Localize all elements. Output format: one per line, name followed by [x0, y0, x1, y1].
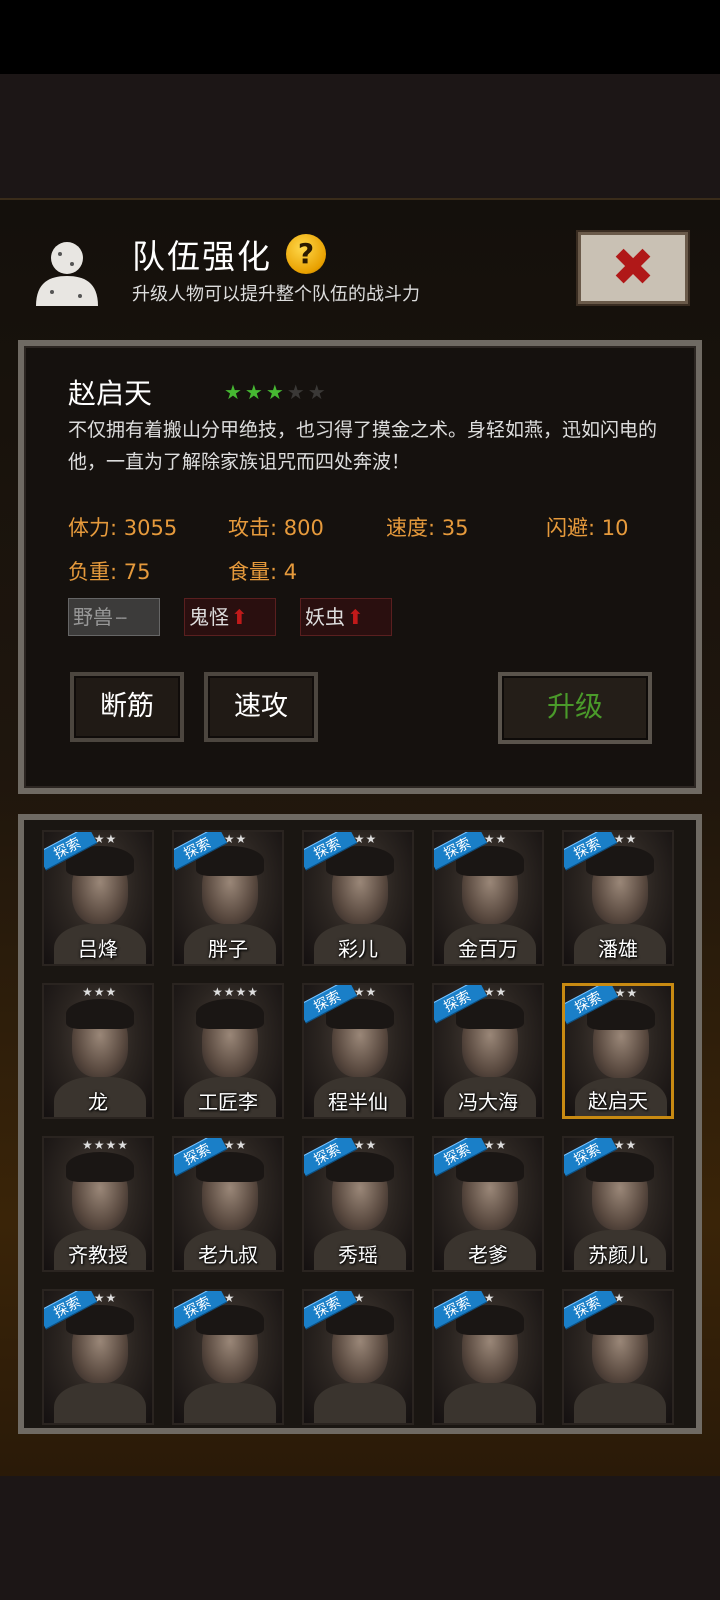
close-icon: ✖ [611, 238, 655, 298]
character-card[interactable]: ★★★ 探索 程半仙 [302, 983, 414, 1119]
card-name: 老爹 [468, 1243, 508, 1267]
portrait-body [184, 1383, 276, 1423]
card-name: 金百万 [458, 937, 518, 961]
card-name: 苏颜儿 [588, 1243, 648, 1267]
card-name: 秀瑶 [338, 1243, 378, 1267]
page-title: 队伍强化 [132, 237, 272, 276]
character-card[interactable]: ★★★ 探索 秀瑶 [302, 1136, 414, 1272]
card-name: 赵启天 [588, 1089, 648, 1113]
character-card[interactable]: ★★★ 探索 苏颜儿 [562, 1136, 674, 1272]
tag-label: 妖虫 [305, 605, 345, 629]
card-name: 老九叔 [198, 1243, 258, 1267]
stat-speed: 速度: 35 [386, 516, 469, 540]
character-card[interactable]: ★★★ 探索 老九叔 [172, 1136, 284, 1272]
rating-stars-empty: ★★ [286, 380, 329, 404]
tag-label: 鬼怪 [189, 605, 229, 629]
card-name: 胖子 [208, 937, 248, 961]
character-card[interactable]: ★★探索 [432, 1289, 544, 1425]
card-name: 吕烽 [78, 937, 118, 961]
card-name: 潘雄 [598, 937, 638, 961]
arrow-up-icon: ⬆ [231, 605, 248, 629]
card-name: 彩儿 [338, 937, 378, 961]
card-name: 齐教授 [68, 1243, 128, 1267]
card-stars: ★★★★ [82, 1138, 130, 1152]
portrait-hair [196, 999, 264, 1029]
character-card[interactable]: ★★★ 探索 金百万 [432, 830, 544, 966]
character-card[interactable]: ★★★ 探索 彩儿 [302, 830, 414, 966]
portrait-body [574, 1383, 666, 1423]
tag-beast: 野兽 -- [68, 598, 160, 636]
lower-margin [0, 1476, 720, 1600]
top-black-bar [0, 0, 720, 74]
card-name: 冯大海 [458, 1090, 518, 1114]
card-name: 工匠李 [198, 1090, 258, 1114]
character-card[interactable]: ★★★ 探索 冯大海 [432, 983, 544, 1119]
avatar-icon [32, 234, 102, 306]
upper-margin [0, 74, 720, 198]
page-subtitle: 升级人物可以提升整个队伍的战斗力 [132, 284, 420, 305]
stat-load: 负重: 75 [68, 560, 151, 584]
character-detail-panel: 赵启天 ★★★★★ 不仅拥有着搬山分甲绝技，也习得了摸金之术。身轻如燕，迅如闪电… [18, 340, 702, 794]
stat-dodge: 闪避: 10 [546, 516, 629, 540]
character-card[interactable]: ★★★ 龙 [42, 983, 154, 1119]
character-card[interactable]: ★★探索 [172, 1289, 284, 1425]
upgrade-button[interactable]: 升级 [498, 672, 652, 744]
neutral-dash-icon: -- [115, 605, 128, 629]
character-roster: ★★★ 探索 吕烽 ★★★ 探索 胖子 ★★★ 探索 彩儿 ★★★ 探索 金百万 ★★★ 探索 潘雄 ★★★ 龙… [18, 814, 702, 1434]
portrait-hair [66, 1152, 134, 1182]
tag-insect: 妖虫 ⬆ [300, 598, 392, 636]
rating-stars-filled: ★★★ [224, 380, 287, 404]
character-description: 不仅拥有着搬山分甲绝技，也习得了摸金之术。身轻如燕，迅如闪电的他，一直为了解除家… [68, 419, 658, 473]
character-card[interactable]: ★★★★ 工匠李 [172, 983, 284, 1119]
skill-button-1[interactable]: 断筋 [70, 672, 184, 742]
character-card[interactable]: ★★★ 探索 胖子 [172, 830, 284, 966]
character-card[interactable]: ★★★★ 齐教授 [42, 1136, 154, 1272]
stat-food: 食量: 4 [228, 560, 298, 584]
character-card[interactable]: ★★★ 探索 赵启天 [562, 983, 674, 1119]
character-card[interactable]: ★★★ 探索 老爹 [432, 1136, 544, 1272]
help-icon[interactable]: ? [286, 234, 326, 274]
skill-button-2[interactable]: 速攻 [204, 672, 318, 742]
card-stars: ★★★ [82, 985, 118, 999]
card-name: 程半仙 [328, 1090, 388, 1114]
portrait-body [54, 1383, 146, 1423]
card-stars: ★★★★ [212, 985, 260, 999]
arrow-up-icon: ⬆ [347, 605, 364, 629]
character-rating: ★★★★★ [224, 380, 329, 404]
character-card[interactable]: ★★★ 探索 吕烽 [42, 830, 154, 966]
portrait-body [314, 1383, 406, 1423]
stat-stamina: 体力: 3055 [68, 516, 178, 540]
character-name: 赵启天 [68, 377, 153, 410]
tag-label: 野兽 [73, 605, 113, 629]
stat-attack: 攻击: 800 [228, 516, 324, 540]
character-card[interactable]: ★★★ 探索 [42, 1289, 154, 1425]
close-button[interactable]: ✖ [576, 230, 690, 306]
card-name: 龙 [88, 1090, 108, 1114]
character-card[interactable]: ★★探索 [562, 1289, 674, 1425]
character-card[interactable]: ★★探索 [302, 1289, 414, 1425]
tag-ghost: 鬼怪 ⬆ [184, 598, 276, 636]
character-card[interactable]: ★★★ 探索 潘雄 [562, 830, 674, 966]
portrait-hair [66, 999, 134, 1029]
portrait-body [444, 1383, 536, 1423]
